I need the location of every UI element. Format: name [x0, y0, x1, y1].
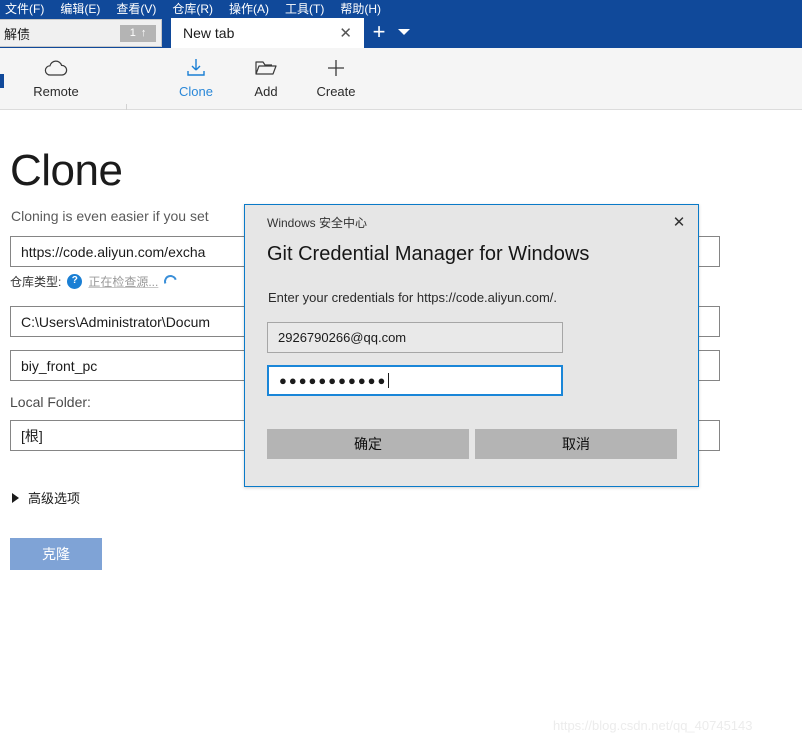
advanced-options-label: 高级选项 [28, 491, 81, 506]
loading-spinner-icon [162, 272, 180, 290]
repository-type-row: 仓库类型: ? 正在检查源... [10, 271, 180, 291]
toolbar-button-clone-label: Clone [179, 84, 213, 99]
menu-item-repository[interactable]: 仓库(R) [164, 0, 221, 18]
toolbar-button-remote[interactable]: Remote [13, 54, 99, 108]
chevron-right-icon [12, 492, 19, 503]
menu-item-tools[interactable]: 工具(T) [277, 0, 332, 18]
menu-item-view[interactable]: 查看(V) [108, 0, 164, 18]
close-icon[interactable]: ✕ [666, 209, 692, 235]
arrow-up-icon: ↑ [140, 27, 147, 39]
cloud-icon [43, 54, 69, 82]
toolbar-button-create[interactable]: Create [293, 54, 379, 108]
password-masked-value: ●●●●●●●●●●● [279, 373, 388, 388]
credential-dialog: Windows 安全中心 ✕ Git Credential Manager fo… [244, 204, 699, 487]
local-folder-label: Local Folder: [10, 394, 91, 410]
tab-repository-badge: 1 ↑ [120, 24, 156, 42]
dialog-description: Enter your credentials for https://code.… [268, 290, 558, 305]
clone-submit-button[interactable]: 克隆 [10, 538, 102, 570]
help-icon[interactable]: ? [67, 273, 83, 289]
plus-icon[interactable]: + [368, 21, 390, 44]
toolbar-button-add-label: Add [254, 84, 278, 99]
tab-new-tab[interactable]: New tab ✕ [168, 18, 364, 48]
username-input[interactable]: 2926790266@qq.com [267, 322, 563, 353]
folder-icon [254, 54, 278, 82]
checking-source-status: 正在检查源... [88, 274, 159, 289]
watermark-text: https://blog.csdn.net/qq_40745143 [553, 718, 753, 733]
advanced-options-toggle[interactable]: 高级选项 [12, 488, 80, 507]
menu-item-file[interactable]: 文件(F) [0, 0, 52, 18]
tab-repository[interactable]: 解债 1 ↑ [0, 19, 162, 47]
repository-type-label: 仓库类型: [10, 274, 62, 289]
close-icon[interactable]: ✕ [335, 24, 356, 43]
toolbar-button-create-label: Create [316, 84, 356, 99]
plus-icon [325, 54, 347, 82]
tab-repository-label: 解债 [4, 26, 31, 42]
tab-new-tab-label: New tab [183, 25, 235, 41]
menu-bar: 文件(F) 编辑(E) 查看(V) 仓库(R) 操作(A) 工具(T) 帮助(H… [0, 0, 802, 18]
dialog-heading: Git Credential Manager for Windows [267, 243, 590, 265]
dialog-titlebar: Windows 安全中心 ✕ [245, 205, 698, 239]
tab-strip: 解债 1 ↑ New tab ✕ + [0, 18, 802, 48]
download-icon [185, 54, 207, 82]
menu-item-help[interactable]: 帮助(H) [332, 0, 389, 18]
toolbar-left-marker [0, 74, 4, 88]
badge-count: 1 [129, 27, 136, 39]
dialog-cancel-button[interactable]: 取消 [475, 429, 677, 459]
text-cursor [388, 373, 390, 388]
page-title: Clone [10, 146, 123, 195]
dialog-ok-button[interactable]: 确定 [267, 429, 469, 459]
menu-item-actions[interactable]: 操作(A) [221, 0, 277, 18]
toolbar-button-remote-label: Remote [33, 84, 79, 99]
application-window: 文件(F) 编辑(E) 查看(V) 仓库(R) 操作(A) 工具(T) 帮助(H… [0, 0, 802, 733]
chevron-down-icon[interactable] [398, 29, 410, 35]
page-subtitle: Cloning is even easier if you set [11, 208, 209, 224]
password-input[interactable]: ●●●●●●●●●●● [267, 365, 563, 396]
dialog-title: Windows 安全中心 [267, 215, 368, 230]
menu-item-edit[interactable]: 编辑(E) [52, 0, 108, 18]
toolbar: Remote Clone Add Create [0, 48, 802, 136]
